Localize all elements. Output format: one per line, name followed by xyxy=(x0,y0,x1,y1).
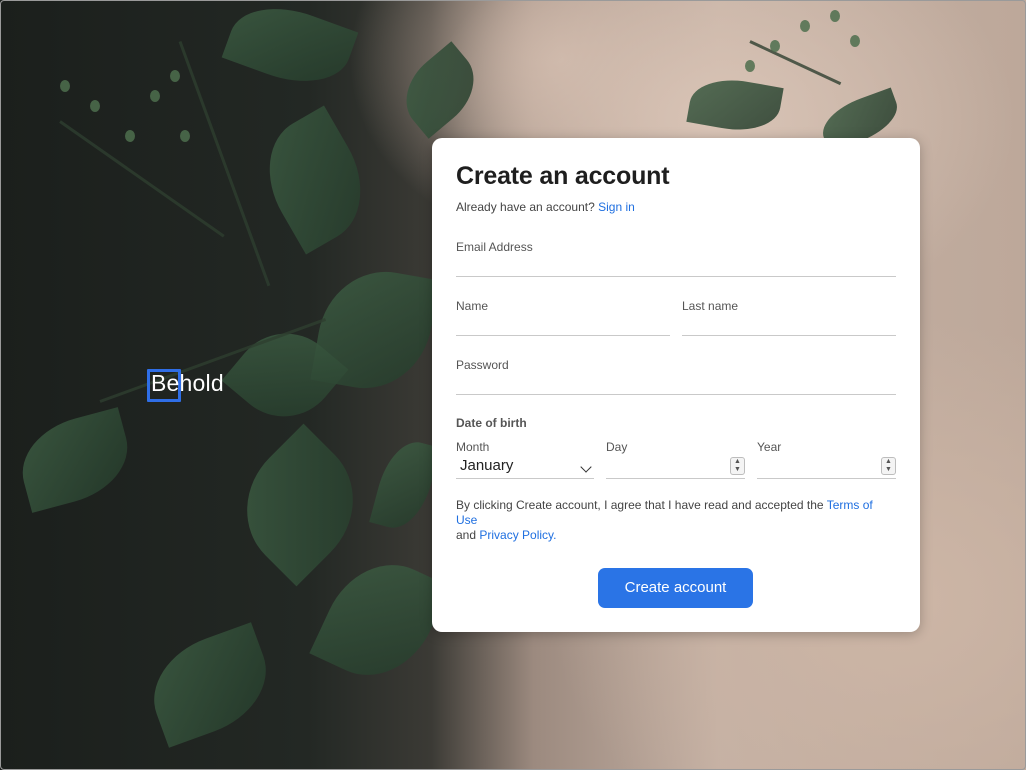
day-field[interactable]: ▲ ▼ xyxy=(606,455,745,479)
create-account-button[interactable]: Create account xyxy=(598,568,753,608)
terms-and: and xyxy=(456,528,477,542)
last-name-label: Last name xyxy=(682,299,739,313)
year-field[interactable]: ▲ ▼ xyxy=(757,455,896,479)
signin-link[interactable]: Sign in xyxy=(598,200,635,214)
terms-prefix: By clicking Create account, I agree that… xyxy=(456,498,824,512)
year-label: Year xyxy=(757,440,782,454)
brand-logo: Behold xyxy=(151,370,224,396)
email-field[interactable] xyxy=(456,253,896,277)
dob-label: Date of birth xyxy=(456,416,527,430)
name-label: Name xyxy=(456,299,489,313)
page-title: Create an account xyxy=(456,162,670,190)
month-label: Month xyxy=(456,440,490,454)
password-field[interactable] xyxy=(456,371,896,395)
privacy-policy-link[interactable]: Privacy Policy. xyxy=(479,528,556,542)
day-stepper-icon[interactable]: ▲ ▼ xyxy=(730,457,745,475)
email-label: Email Address xyxy=(456,240,533,254)
terms-text: By clicking Create account, I agree that… xyxy=(456,498,896,543)
password-label: Password xyxy=(456,358,509,372)
day-label: Day xyxy=(606,440,628,454)
signin-prompt-text: Already have an account? xyxy=(456,200,595,214)
name-field[interactable] xyxy=(456,312,670,336)
month-select[interactable]: January xyxy=(456,455,594,479)
month-selected-value: January xyxy=(460,457,514,474)
year-stepper-icon[interactable]: ▲ ▼ xyxy=(881,457,896,475)
signin-prompt: Already have an account? Sign in xyxy=(456,200,635,214)
signup-card: Create an account Already have an accoun… xyxy=(432,138,920,632)
last-name-field[interactable] xyxy=(682,312,896,336)
chevron-down-icon xyxy=(580,461,592,473)
